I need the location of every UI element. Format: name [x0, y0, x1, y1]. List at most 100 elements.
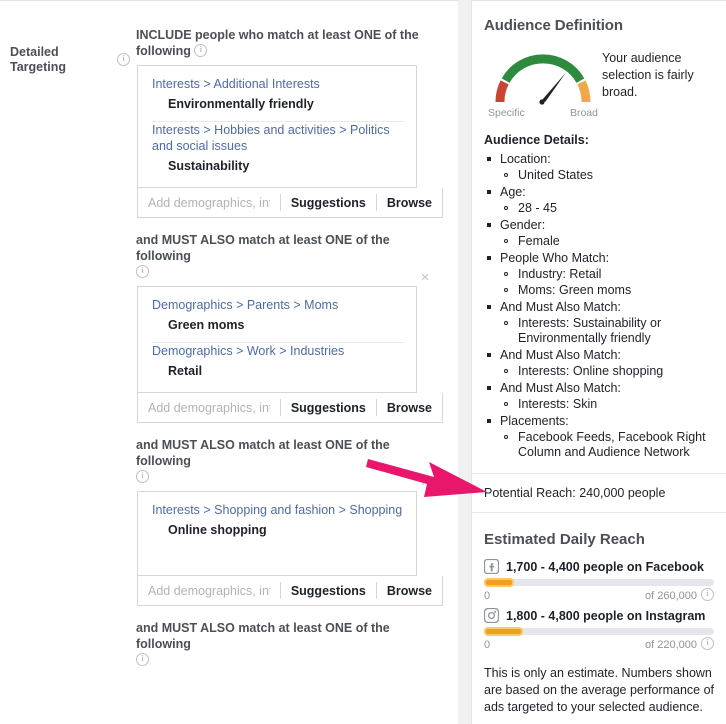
axis-max: of 220,000: [645, 638, 697, 651]
list-item: Gender: Female: [484, 217, 714, 249]
gauge-labels: Specific Broad: [484, 107, 602, 119]
spec-value: Environmentally friendly: [168, 97, 314, 111]
targeting-search-input[interactable]: Add demographics, int...: [148, 584, 270, 598]
suggestions-button[interactable]: Suggestions: [291, 196, 366, 210]
browse-button[interactable]: Browse: [387, 584, 432, 598]
list-item: Interests: Sustainability or Environment…: [500, 316, 714, 346]
axis-min: 0: [484, 589, 491, 602]
browse-button[interactable]: Browse: [387, 196, 432, 210]
info-icon[interactable]: i: [136, 653, 149, 667]
spec-path[interactable]: Demographics > Parents > Moms: [152, 297, 404, 313]
detailed-targeting-label-text: Detailed Targeting: [10, 45, 67, 74]
list-item: Placements: Facebook Feeds, Facebook Rig…: [484, 413, 714, 460]
spec-path[interactable]: Interests > Shopping and fashion > Shopp…: [152, 502, 404, 518]
ads-manager-screen: Detailed Targeting i INCLUDE people who …: [0, 0, 726, 724]
gauge-label-specific: Specific: [488, 107, 525, 119]
targeting-block-3: × Interests > Shopping and fashion > Sho…: [136, 475, 446, 606]
facebook-icon: [484, 559, 499, 574]
suggestions-button[interactable]: Suggestions: [291, 584, 366, 598]
potential-reach: Potential Reach: 240,000 people: [484, 486, 666, 500]
list-item: Interests: Skin: [500, 397, 714, 412]
instagram-icon: [484, 608, 499, 623]
browse-button[interactable]: Browse: [387, 401, 432, 415]
targeting-input-row-1[interactable]: Add demographics, int... Suggestions Bro…: [137, 188, 443, 218]
audience-details-list: Location: United States Age: 28 - 45 Gen…: [484, 151, 714, 460]
detail-sublist: Facebook Feeds, Facebook Right Column an…: [500, 430, 714, 460]
detail-sublist: Interests: Sustainability or Environment…: [500, 316, 714, 346]
divider: [472, 473, 726, 474]
gauge-description: Your audience selection is fairly broad.: [602, 51, 694, 99]
detail-sublist: Interests: Online shopping: [500, 364, 714, 379]
axis-max-group: of 260,000 i: [645, 588, 714, 602]
close-icon[interactable]: ×: [418, 475, 432, 490]
list-item: Female: [500, 234, 714, 249]
list-item: United States: [500, 168, 714, 183]
list-item: People Who Match: Industry: Retail Moms:…: [484, 250, 714, 298]
targeting-search-input[interactable]: Add demographics, int...: [148, 401, 270, 415]
spec-path[interactable]: Interests > Hobbies and activities > Pol…: [152, 122, 404, 154]
divider: [279, 399, 281, 416]
targeting-search-input[interactable]: Add demographics, int...: [148, 196, 270, 210]
estimate-disclaimer: This is only an estimate. Numbers shown …: [484, 666, 715, 714]
spec-value: Retail: [168, 364, 203, 378]
detail-label: And Must Also Match:: [500, 300, 621, 314]
reach-head: 1,800 - 4,800 people on Instagram: [484, 608, 714, 623]
reach-axis: 0 of 260,000 i: [484, 588, 714, 602]
spec-path[interactable]: Demographics > Work > Industries: [152, 343, 404, 359]
divider: [375, 399, 377, 416]
list-item: And Must Also Match: Interests: Online s…: [484, 347, 714, 379]
and-heading-2: and MUST ALSO match at least ONE of the …: [136, 232, 446, 280]
info-icon[interactable]: i: [136, 265, 149, 279]
divider: [375, 582, 377, 599]
info-icon[interactable]: i: [117, 52, 130, 66]
targeting-input-row-3[interactable]: Add demographics, int... Suggestions Bro…: [137, 576, 443, 606]
spec-path[interactable]: Interests > Additional Interests: [152, 76, 404, 92]
detail-label: And Must Also Match:: [500, 348, 621, 362]
gauge-wrap: Specific Broad: [484, 44, 602, 119]
suggestions-button[interactable]: Suggestions: [291, 401, 366, 415]
spec-row: Interests > Hobbies and activities > Pol…: [152, 122, 404, 175]
spec-row: Interests > Additional Interests Environ…: [152, 76, 404, 113]
close-icon[interactable]: ×: [418, 270, 432, 285]
list-item: Moms: Green moms: [500, 283, 714, 298]
and-heading-text: and MUST ALSO match at least ONE of the …: [136, 233, 390, 263]
audience-gauge-icon: [495, 54, 591, 105]
detailed-targeting-form: Detailed Targeting i INCLUDE people who …: [0, 0, 458, 724]
axis-max: of 260,000: [645, 589, 697, 602]
detail-sublist: United States: [500, 168, 714, 183]
spec-box-1: Interests > Additional Interests Environ…: [137, 65, 417, 188]
list-item: 28 - 45: [500, 201, 714, 216]
info-icon[interactable]: i: [701, 637, 714, 650]
info-icon[interactable]: i: [194, 44, 208, 58]
list-item: Facebook Feeds, Facebook Right Column an…: [500, 430, 714, 460]
spec-row: Interests > Shopping and fashion > Shopp…: [152, 502, 404, 539]
reach-progress-fill: [484, 578, 514, 587]
info-icon[interactable]: i: [136, 470, 149, 484]
detail-sublist: Industry: Retail Moms: Green moms: [500, 267, 714, 298]
list-item: Interests: Online shopping: [500, 364, 714, 379]
detail-sublist: Female: [500, 234, 714, 249]
panel-title: Audience Definition: [484, 17, 623, 34]
list-item: And Must Also Match: Interests: Sustaina…: [484, 299, 714, 346]
divider: [279, 194, 281, 211]
detail-label: Placements:: [500, 414, 569, 428]
detail-label: People Who Match:: [500, 251, 610, 265]
spec-value: Online shopping: [168, 523, 267, 537]
spec-value: Green moms: [168, 318, 245, 332]
spec-box-3: Interests > Shopping and fashion > Shopp…: [137, 491, 417, 576]
spec-value: Sustainability: [168, 159, 250, 173]
detailed-targeting-label: Detailed Targeting i: [10, 45, 130, 75]
detail-label: And Must Also Match:: [500, 381, 621, 395]
panel-gutter: [458, 0, 472, 724]
include-heading: INCLUDE people who match at least ONE of…: [136, 27, 446, 59]
and-heading-text: and MUST ALSO match at least ONE of the …: [136, 621, 390, 651]
detail-sublist: Interests: Skin: [500, 397, 714, 412]
info-icon[interactable]: i: [701, 588, 714, 601]
list-item: Age: 28 - 45: [484, 184, 714, 216]
detail-label: Location:: [500, 152, 551, 166]
targeting-input-row-2[interactable]: Add demographics, int... Suggestions Bro…: [137, 393, 443, 423]
list-item: And Must Also Match: Interests: Skin: [484, 380, 714, 412]
reach-progress-bar: [484, 627, 714, 636]
reach-item-facebook: 1,700 - 4,400 people on Facebook 0 of 26…: [484, 559, 714, 602]
detail-label: Age:: [500, 185, 526, 199]
